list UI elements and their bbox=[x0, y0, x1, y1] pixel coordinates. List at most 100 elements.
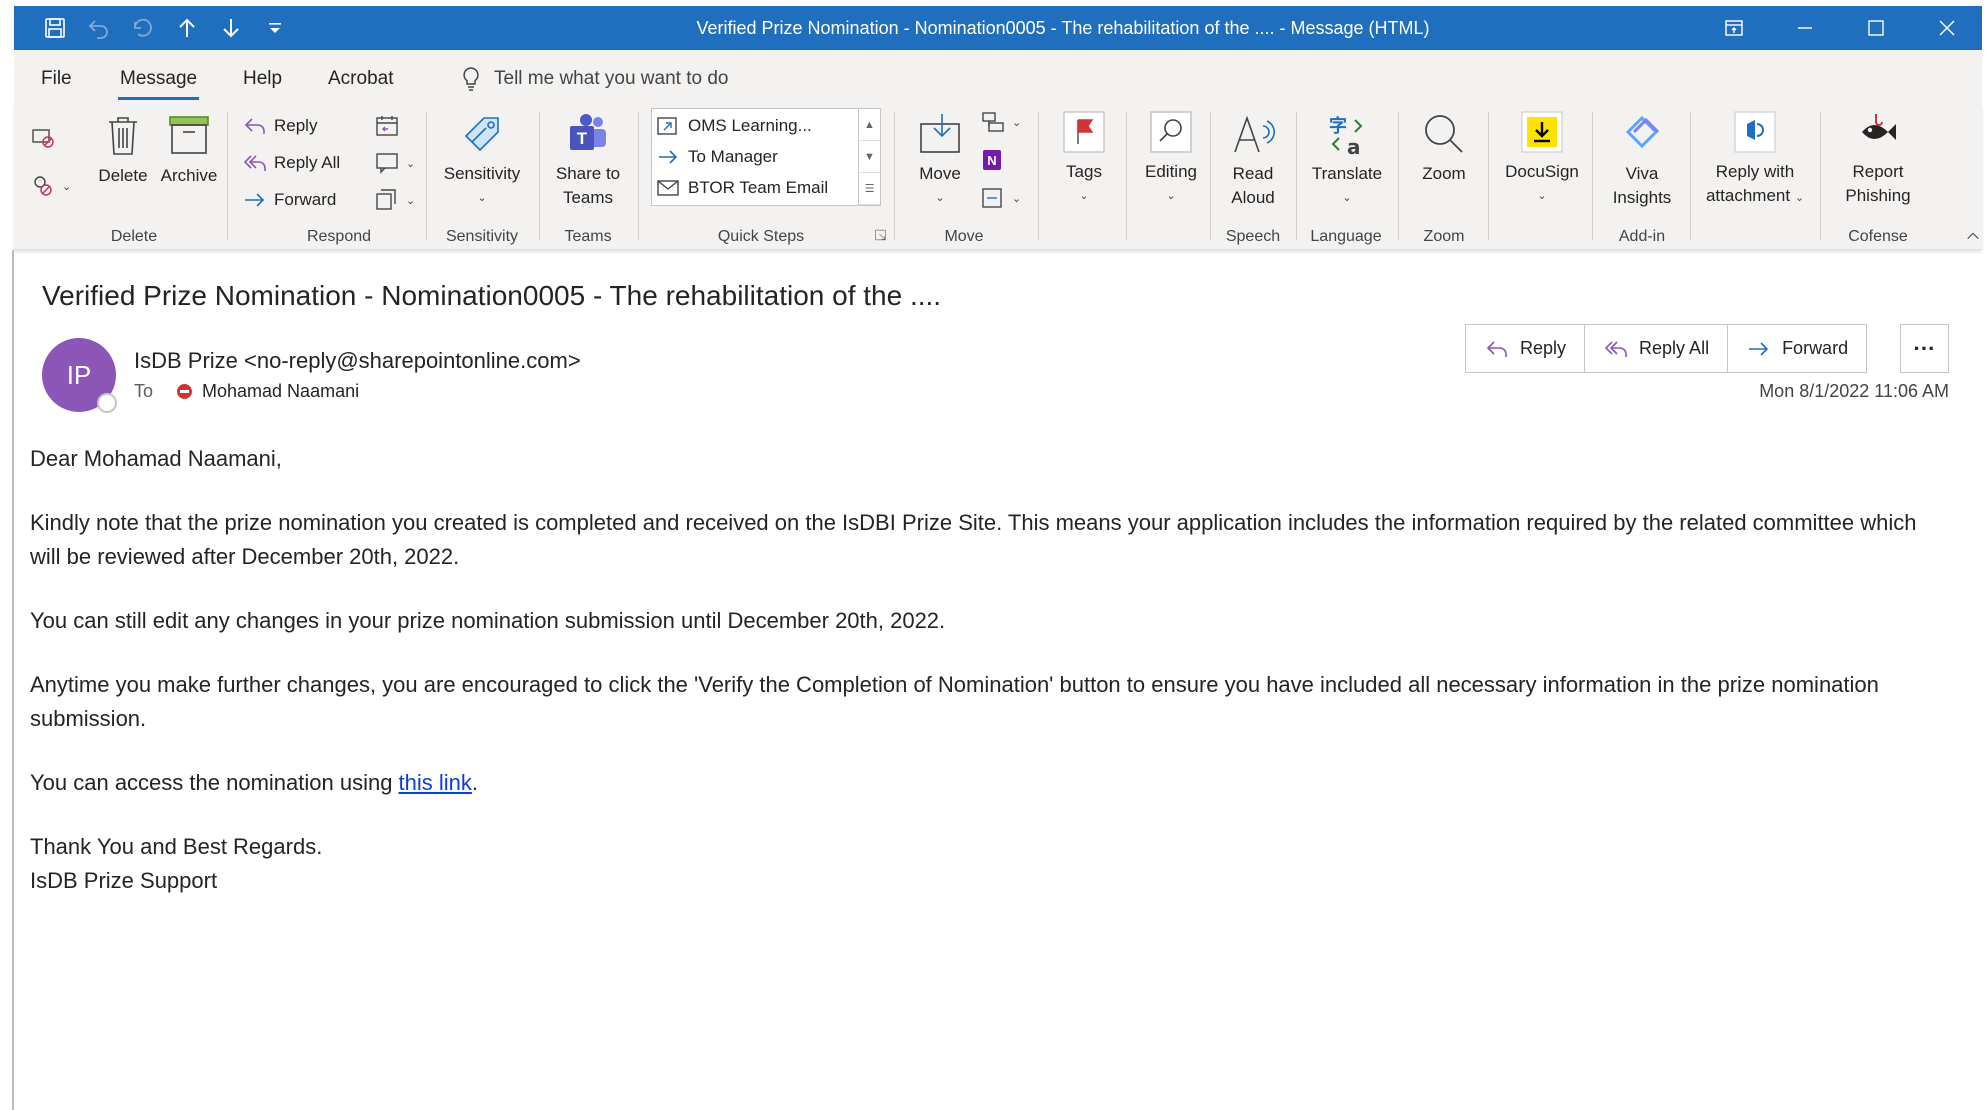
reply-with-attachment-button[interactable]: Reply with attachment ⌄ bbox=[1696, 110, 1814, 210]
scroll-down-icon[interactable]: ▼ bbox=[859, 141, 880, 173]
greeting: Dear Mohamad Naamani, bbox=[30, 446, 282, 471]
rules-button[interactable]: ⌄ bbox=[980, 110, 1021, 134]
reply-label: Reply bbox=[274, 116, 318, 135]
group-label-respond: Respond bbox=[306, 228, 372, 245]
nomination-link[interactable]: this link bbox=[399, 770, 472, 795]
tell-me-search[interactable]: Tell me what you want to do bbox=[460, 66, 728, 92]
search-icon bbox=[1150, 111, 1192, 153]
forward-icon bbox=[245, 193, 265, 207]
tags-button[interactable]: Tags ⌄ bbox=[1048, 110, 1120, 208]
header-forward-button[interactable]: Forward bbox=[1728, 325, 1866, 372]
more-actions-button[interactable]: ··· bbox=[1900, 324, 1949, 373]
forward-icon bbox=[1749, 341, 1769, 356]
close-icon[interactable] bbox=[1911, 6, 1982, 50]
minimize-icon[interactable] bbox=[1769, 6, 1840, 50]
delete-button[interactable]: Delete bbox=[98, 114, 148, 188]
ribbon-separator bbox=[227, 112, 228, 240]
flag-icon bbox=[1063, 111, 1105, 153]
header-reply-all-button[interactable]: Reply All bbox=[1585, 325, 1729, 372]
reply-icon bbox=[1486, 340, 1507, 357]
ribbon-separator bbox=[1488, 112, 1489, 240]
read-aloud-button[interactable]: Read Aloud bbox=[1218, 112, 1288, 210]
reply-all-button[interactable]: Reply All bbox=[242, 151, 340, 175]
header-reply-all-label: Reply All bbox=[1639, 338, 1710, 358]
group-label-add-in: Add-in bbox=[1618, 228, 1666, 245]
expand-gallery-icon[interactable]: ☰ bbox=[859, 173, 880, 205]
sensitivity-label: Sensitivity bbox=[443, 164, 521, 183]
quick-step-label: OMS Learning... bbox=[688, 116, 812, 135]
viva-insights-button[interactable]: Viva Insights bbox=[1600, 112, 1684, 210]
ribbon-separator bbox=[1398, 112, 1399, 240]
group-label-zoom: Zoom bbox=[1423, 228, 1465, 245]
forward-button[interactable]: Forward bbox=[242, 188, 336, 212]
sensitivity-button[interactable]: Sensitivity ⌄ bbox=[436, 112, 528, 210]
cleanup-button[interactable]: ⌄ bbox=[30, 174, 71, 198]
archive-icon bbox=[169, 116, 209, 154]
group-label-delete: Delete bbox=[110, 228, 158, 245]
scroll-up-icon[interactable]: ▲ bbox=[859, 109, 880, 141]
ribbon-separator bbox=[1820, 112, 1821, 240]
sender-name[interactable]: IsDB Prize <no-reply@sharepointonline.co… bbox=[134, 348, 581, 374]
recipient-name[interactable]: Mohamad Naamani bbox=[202, 381, 359, 402]
quick-step-oms-learning[interactable]: OMS Learning... bbox=[656, 115, 812, 137]
ribbon-separator bbox=[1210, 112, 1211, 240]
chevron-down-icon: ⌄ bbox=[62, 180, 72, 193]
title-bar: Verified Prize Nomination - Nomination00… bbox=[14, 6, 1982, 50]
report-phishing-button[interactable]: Report Phishing bbox=[1832, 110, 1924, 208]
im-reply-button[interactable]: ⌄ bbox=[374, 151, 415, 175]
ignore-button[interactable] bbox=[30, 126, 56, 150]
phishing-fish-icon bbox=[1862, 114, 1896, 140]
magnifier-icon bbox=[1425, 115, 1463, 153]
chevron-down-icon: ⌄ bbox=[1166, 190, 1176, 202]
actions-button[interactable]: ⌄ bbox=[980, 186, 1021, 210]
tab-help[interactable]: Help bbox=[243, 68, 282, 90]
ribbon-separator bbox=[638, 112, 639, 240]
group-label-quick-steps: Quick Steps bbox=[717, 228, 805, 245]
tab-message[interactable]: Message bbox=[117, 68, 200, 100]
ribbon-display-options-icon[interactable] bbox=[1698, 6, 1769, 50]
quick-steps-launcher-icon[interactable] bbox=[874, 228, 888, 242]
tags-label: Tags bbox=[1066, 162, 1102, 181]
chevron-down-icon: ⌄ bbox=[935, 192, 945, 204]
chevron-down-icon: ⌄ bbox=[406, 194, 416, 207]
share-to-teams-button[interactable]: T Share to Teams bbox=[550, 112, 626, 210]
ribbon-separator bbox=[1690, 112, 1691, 240]
move-folder-icon bbox=[920, 114, 960, 153]
reply-button[interactable]: Reply bbox=[242, 114, 317, 138]
message-actions: Reply Reply All Forward bbox=[1465, 324, 1868, 373]
more-respond-button[interactable]: ⌄ bbox=[374, 188, 415, 212]
svg-text:a: a bbox=[1347, 135, 1361, 156]
editing-button[interactable]: Editing ⌄ bbox=[1130, 110, 1212, 208]
archive-button[interactable]: Archive bbox=[154, 114, 224, 188]
menu-bar: File Message Help Acrobat Tell me what y… bbox=[14, 50, 1982, 104]
quick-step-btor-team-email[interactable]: BTOR Team Email bbox=[656, 177, 828, 199]
link-prefix: You can access the nomination using bbox=[30, 770, 399, 795]
onenote-button[interactable]: N bbox=[980, 148, 1006, 172]
reply-attachment-icon bbox=[1734, 111, 1776, 153]
report-phishing-label-1: Report bbox=[1852, 162, 1904, 181]
tab-file[interactable]: File bbox=[41, 68, 72, 90]
read-aloud-icon bbox=[1234, 115, 1275, 153]
quick-step-to-manager[interactable]: To Manager bbox=[656, 146, 778, 168]
zoom-button[interactable]: Zoom bbox=[1406, 112, 1482, 186]
chat-reply-icon bbox=[376, 153, 398, 174]
arrow-right-icon bbox=[659, 150, 678, 164]
ribbon-separator bbox=[1038, 112, 1039, 240]
group-label-sensitivity: Sensitivity bbox=[445, 228, 519, 245]
collapse-ribbon-icon[interactable] bbox=[1964, 228, 1982, 244]
tab-acrobat[interactable]: Acrobat bbox=[328, 68, 393, 90]
group-label-move: Move bbox=[944, 228, 984, 245]
chevron-down-icon: ⌄ bbox=[477, 192, 487, 204]
editing-label: Editing bbox=[1145, 162, 1197, 181]
quick-steps-scroll[interactable]: ▲ ▼ ☰ bbox=[858, 109, 880, 205]
reply-all-icon bbox=[1604, 340, 1627, 357]
move-button[interactable]: Move ⌄ bbox=[902, 112, 978, 210]
docusign-button[interactable]: DocuSign ⌄ bbox=[1492, 110, 1592, 208]
maximize-icon[interactable] bbox=[1840, 6, 1911, 50]
ribbon-separator bbox=[1126, 112, 1127, 240]
translate-button[interactable]: 字a Translate ⌄ bbox=[1304, 112, 1390, 210]
ignore-icon bbox=[32, 129, 54, 148]
meeting-reply-button[interactable] bbox=[374, 114, 400, 138]
header-reply-button[interactable]: Reply bbox=[1466, 325, 1586, 372]
zoom-label: Zoom bbox=[1422, 164, 1466, 183]
